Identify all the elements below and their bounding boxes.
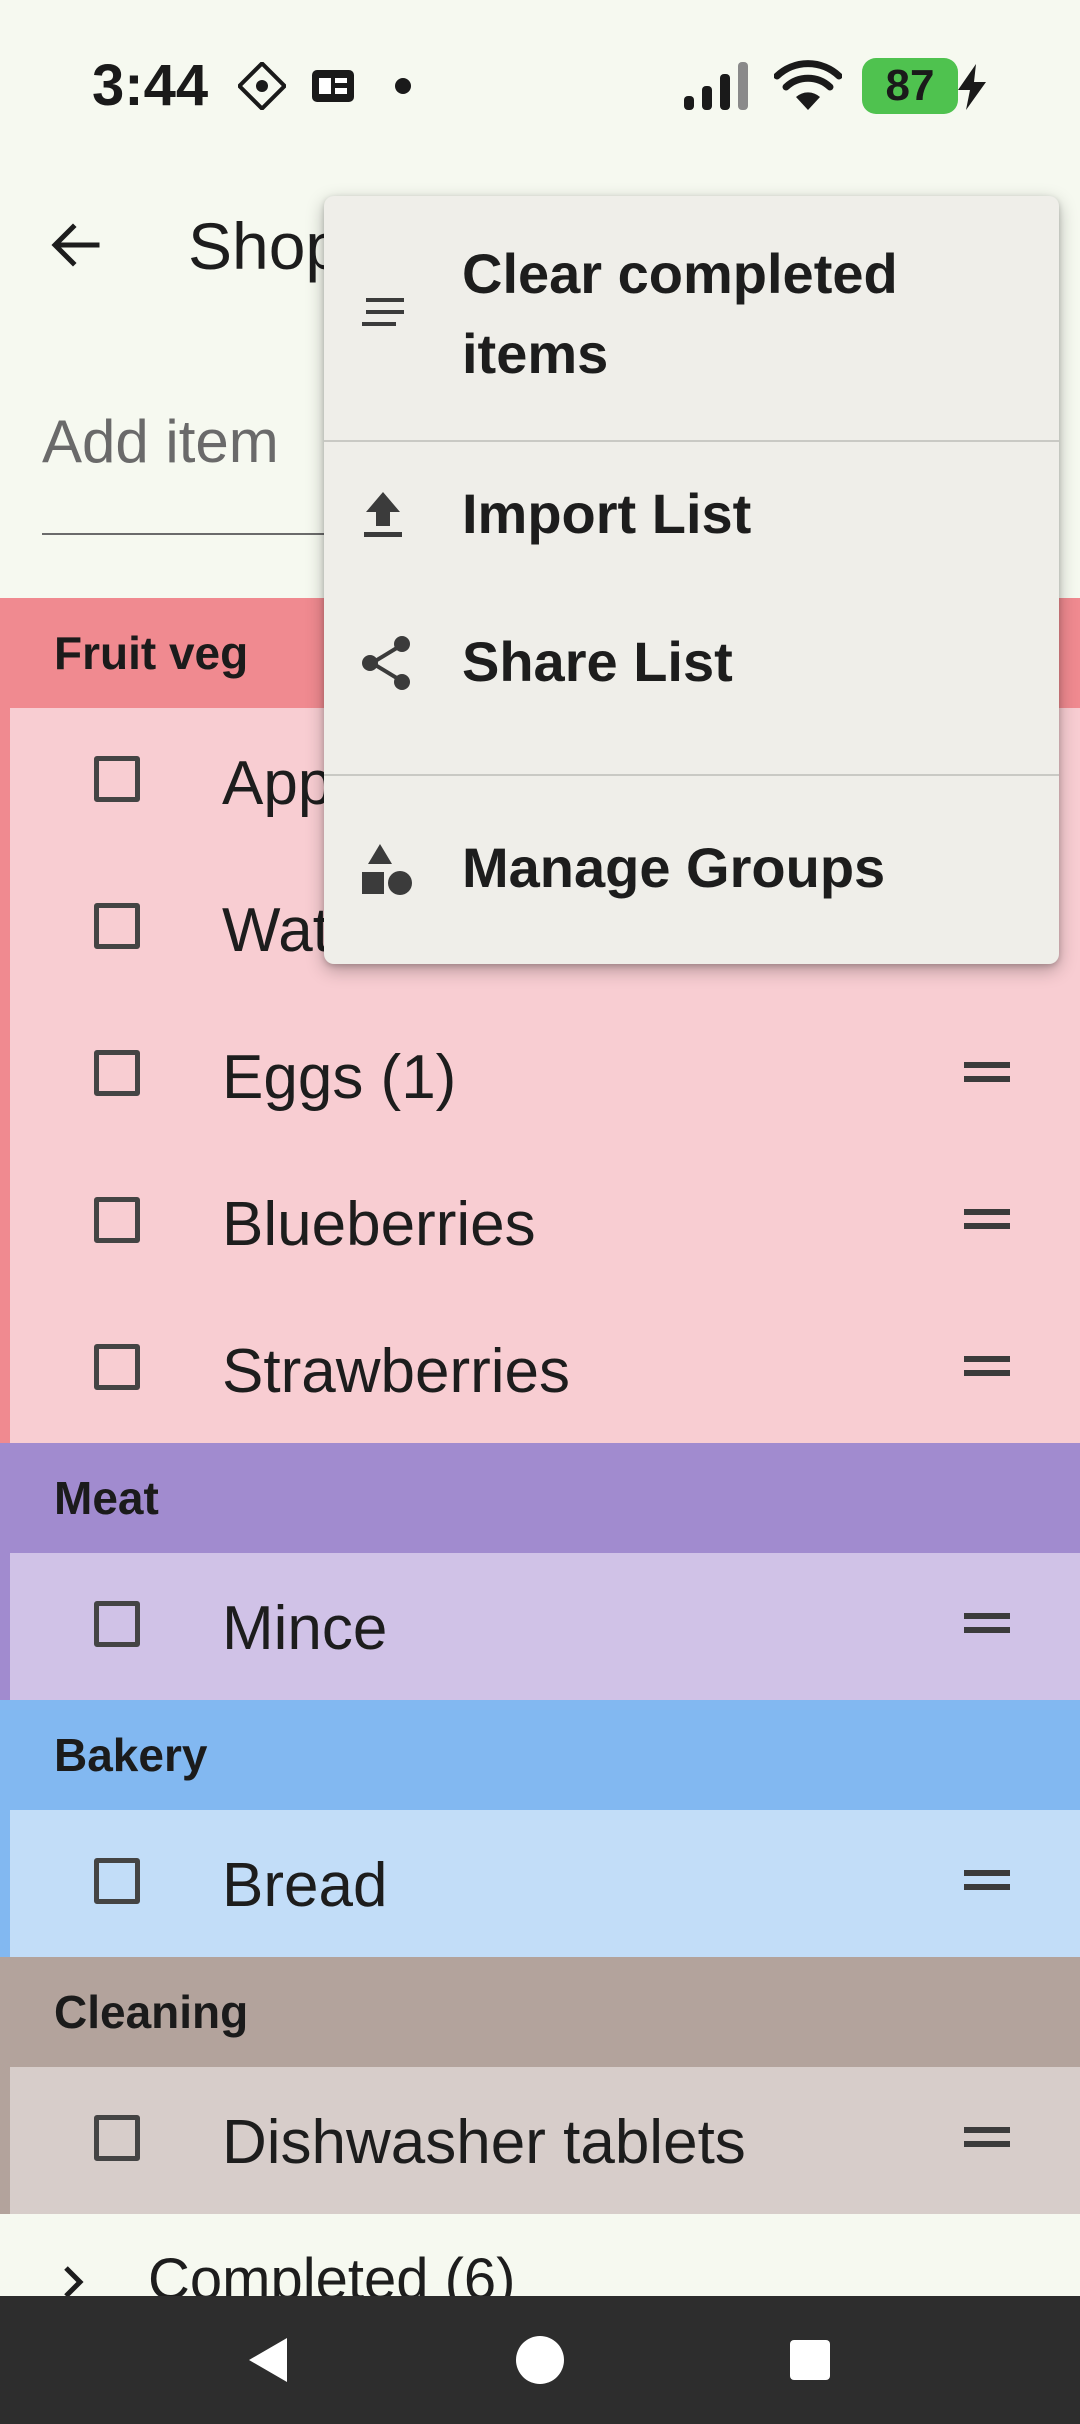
shapes-icon (362, 844, 412, 895)
group-accent-bar (0, 708, 10, 1443)
overflow-menu: Clear completed items Import List Share … (324, 196, 1059, 964)
group-accent-bar (0, 2067, 10, 2214)
drag-handle-icon[interactable] (964, 1356, 1010, 1378)
nav-recents-icon[interactable] (788, 2338, 832, 2382)
menu-label: Manage Groups (462, 836, 886, 899)
gift-card-icon (238, 62, 286, 110)
menu-item-manage-groups[interactable]: Manage Groups (324, 776, 1059, 964)
list-item[interactable]: Eggs (1) (10, 1002, 1080, 1149)
system-nav-bar (0, 2296, 1080, 2424)
item-label: Eggs (1) (222, 1043, 457, 1112)
arrow-back-icon (51, 223, 100, 267)
list-item[interactable]: Mince (10, 1553, 1080, 1700)
list-item[interactable]: Dishwasher tablets (10, 2067, 1080, 2214)
share-icon (362, 636, 410, 690)
menu-item-import-list[interactable]: Import List (324, 442, 1059, 588)
add-item-placeholder: Add item (42, 408, 279, 475)
item-label: Strawberries (222, 1337, 570, 1406)
item-checkbox[interactable] (94, 756, 140, 802)
back-button[interactable] (30, 200, 120, 290)
charging-icon (958, 64, 986, 110)
item-checkbox[interactable] (94, 903, 140, 949)
drag-handle-icon[interactable] (964, 1870, 1010, 1892)
clear-list-icon (362, 298, 404, 326)
status-bar: 3:44 87 (0, 0, 1080, 170)
upload-icon (364, 492, 402, 537)
item-checkbox[interactable] (94, 1601, 140, 1647)
group-header-meat[interactable]: Meat (0, 1443, 1080, 1553)
drag-handle-icon[interactable] (964, 2127, 1010, 2149)
group-header-cleaning[interactable]: Cleaning (0, 1957, 1080, 2067)
item-label: Bread (222, 1851, 388, 1920)
drag-handle-icon[interactable] (964, 1209, 1010, 1231)
group-accent-bar (0, 1553, 10, 1700)
item-checkbox[interactable] (94, 1050, 140, 1096)
item-checkbox[interactable] (94, 1344, 140, 1390)
item-label: Blueberries (222, 1190, 536, 1259)
battery-level: 87 (885, 61, 935, 110)
item-label: Mince (222, 1594, 388, 1663)
nav-back-icon[interactable] (243, 2334, 293, 2386)
menu-label-line1: Clear completed (462, 242, 898, 305)
list-item[interactable]: Strawberries (10, 1296, 1080, 1443)
group-accent-bar (0, 1810, 10, 1957)
list-item[interactable]: Blueberries (10, 1149, 1080, 1296)
signal-icon (684, 62, 748, 110)
sim-icon (312, 70, 354, 102)
menu-label-line2: items (462, 322, 609, 385)
nav-home-icon[interactable] (514, 2334, 566, 2386)
menu-label: Import List (462, 482, 752, 545)
item-label: Dishwasher tablets (222, 2108, 746, 2177)
item-checkbox[interactable] (94, 1197, 140, 1243)
wifi-icon (774, 60, 842, 110)
item-checkbox[interactable] (94, 1858, 140, 1904)
item-checkbox[interactable] (94, 2115, 140, 2161)
dot-icon (395, 78, 411, 94)
drag-handle-icon[interactable] (964, 1613, 1010, 1635)
menu-item-share-list[interactable]: Share List (324, 588, 1059, 734)
menu-item-clear-completed[interactable]: Clear completed items (324, 196, 1059, 440)
group-header-bakery[interactable]: Bakery (0, 1700, 1080, 1810)
menu-label: Share List (462, 630, 733, 693)
status-time: 3:44 (92, 53, 209, 118)
list-item[interactable]: Bread (10, 1810, 1080, 1957)
drag-handle-icon[interactable] (964, 1062, 1010, 1084)
